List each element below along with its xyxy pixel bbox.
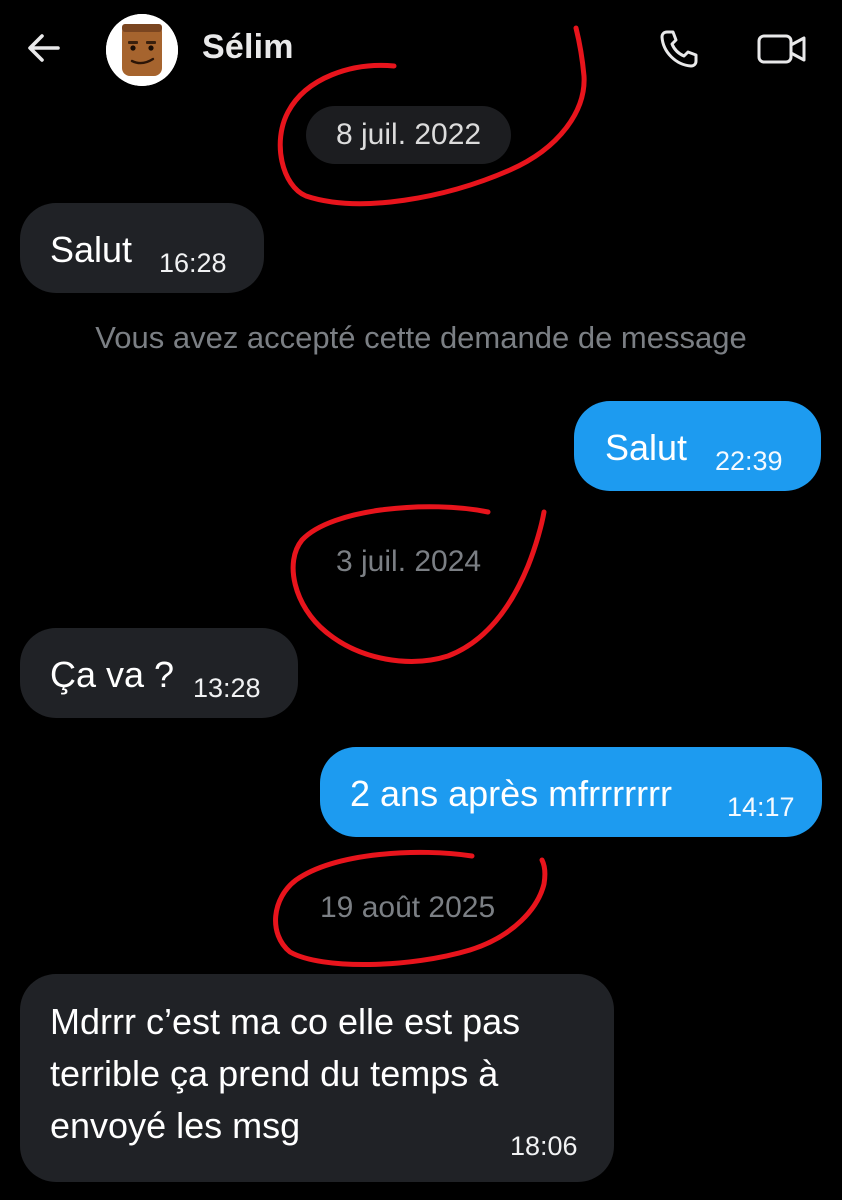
- back-button[interactable]: [22, 26, 66, 70]
- chat-header: Sélim: [0, 0, 842, 100]
- message-time: 18:06: [510, 1131, 578, 1161]
- arrow-left-icon: [28, 34, 60, 62]
- message-time: 22:39: [715, 446, 783, 476]
- call-button[interactable]: [654, 24, 704, 74]
- date-separator: 19 août 2025: [320, 891, 496, 924]
- system-note: Vous avez accepté cette demande de messa…: [95, 320, 747, 355]
- message-text: 2 ans après mfrrrrrrr: [350, 773, 673, 814]
- message-text: Ça va ?: [50, 654, 175, 695]
- message-text: Mdrrr c’est ma co elle est pas terrible …: [50, 1001, 521, 1146]
- roblox-face-icon: [106, 14, 178, 86]
- avatar[interactable]: [106, 14, 178, 86]
- message-received[interactable]: Salut 16:28: [20, 203, 264, 293]
- message-text: Salut: [50, 229, 133, 270]
- message-received[interactable]: Mdrrr c’est ma co elle est pas terrible …: [20, 974, 614, 1182]
- message-sent[interactable]: 2 ans après mfrrrrrrr 14:17: [320, 747, 822, 837]
- message-time: 16:28: [159, 248, 227, 278]
- video-camera-icon: [757, 34, 806, 64]
- phone-icon: [660, 30, 698, 68]
- message-received[interactable]: Ça va ? 13:28: [20, 628, 298, 718]
- message-text: Salut: [605, 427, 688, 468]
- video-call-button[interactable]: [754, 24, 810, 74]
- red-circle-annotation: [290, 504, 547, 664]
- contact-name[interactable]: Sélim: [202, 28, 294, 67]
- date-separator: 8 juil. 2022: [306, 106, 512, 164]
- message-time: 13:28: [193, 673, 261, 703]
- date-separator: 3 juil. 2024: [336, 545, 482, 578]
- message-sent[interactable]: Salut 22:39: [574, 401, 821, 491]
- message-time: 14:17: [727, 792, 795, 822]
